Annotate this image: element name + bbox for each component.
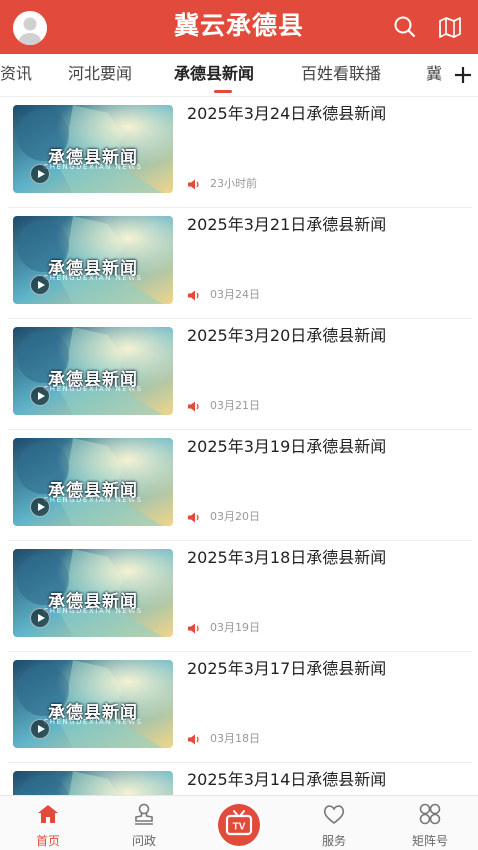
news-time: 03月21日 (210, 399, 260, 412)
nav-wenzheng[interactable]: 问政 (104, 796, 184, 850)
news-thumbnail[interactable]: 承德县新闻CHENGDEXIAN NEWS (13, 771, 173, 795)
news-item[interactable]: 承德县新闻 CHENGDEXIAN NEWS 2025年3月19日承德县新闻 03月2… (0, 430, 478, 541)
news-title[interactable]: 2025年3月19日承德县新闻 (187, 433, 386, 457)
speaker-icon (188, 512, 199, 523)
play-icon[interactable] (30, 608, 50, 628)
news-title[interactable]: 2025年3月24日承德县新闻 (187, 100, 386, 124)
speaker-icon (188, 290, 199, 301)
play-icon[interactable] (30, 275, 50, 295)
news-item[interactable]: 承德县新闻 CHENGDEXIAN NEWS 2025年3月18日承德县新闻 03月1… (0, 541, 478, 652)
tab-ji[interactable]: 冀 (426, 54, 442, 96)
play-icon[interactable] (30, 164, 50, 184)
heart-icon (323, 805, 345, 825)
nav-service-label: 服务 (321, 834, 346, 848)
tab-hebei-news[interactable]: 河北要闻 (68, 54, 132, 96)
speaker-icon (188, 623, 199, 634)
nav-home[interactable]: 首页 (8, 796, 88, 850)
news-time: 03月18日 (210, 732, 260, 745)
news-time: 03月24日 (210, 288, 260, 301)
plus-icon (455, 67, 471, 83)
tab-baixing-lianbo[interactable]: 百姓看联播 (301, 54, 381, 96)
search-icon[interactable] (392, 14, 418, 40)
news-list[interactable]: 承德县新闻 CHENGDEXIAN NEWS 2025年3月24日承德县新闻 23小时… (0, 97, 478, 795)
svg-text:TV: TV (233, 822, 246, 833)
news-item[interactable]: 承德县新闻 CHENGDEXIAN NEWS 2025年3月17日承德县新闻 03月1… (0, 652, 478, 763)
news-thumbnail[interactable]: 承德县新闻CHENGDEXIAN NEWS (13, 216, 173, 304)
news-title[interactable]: 2025年3月17日承德县新闻 (187, 655, 386, 679)
nav-home-label: 首页 (35, 834, 60, 848)
news-thumbnail[interactable]: 承德县新闻CHENGDEXIAN NEWS (13, 660, 173, 748)
news-thumbnail[interactable]: 承德县新闻CHENGDEXIAN NEWS (13, 438, 173, 526)
play-icon[interactable] (30, 719, 50, 739)
news-thumbnail[interactable]: 承德县新闻CHENGDEXIAN NEWS (13, 549, 173, 637)
speaker-icon (188, 734, 199, 745)
play-icon[interactable] (30, 386, 50, 406)
nav-matrix[interactable]: 矩阵号 (390, 796, 470, 850)
top-header: 冀云承德县 (0, 0, 478, 54)
speaker-icon (188, 179, 199, 190)
news-time: 23小时前 (210, 177, 257, 190)
matrix-icon (419, 803, 441, 825)
add-channel-button[interactable] (446, 54, 478, 96)
nav-wenzheng-label: 问政 (131, 834, 156, 848)
news-item[interactable]: 承德县新闻 CHENGDEXIAN NEWS 2025年3月20日承德县新闻 03月2… (0, 319, 478, 430)
speaker-icon (188, 401, 199, 412)
home-icon (38, 805, 58, 823)
news-title[interactable]: 2025年3月20日承德县新闻 (187, 322, 386, 346)
stamp-icon (135, 803, 153, 825)
active-tab-indicator (214, 90, 232, 93)
play-icon[interactable] (30, 497, 50, 517)
news-item[interactable]: 承德县新闻CHENGDEXIAN NEWS 2025年3月14日承德县新闻 (0, 763, 478, 795)
news-title[interactable]: 2025年3月21日承德县新闻 (187, 211, 386, 235)
tv-icon: TV (215, 801, 263, 849)
news-time: 03月19日 (210, 621, 260, 634)
news-item[interactable]: 承德县新闻 CHENGDEXIAN NEWS 2025年3月24日承德县新闻 23小时… (0, 97, 478, 208)
news-title[interactable]: 2025年3月18日承德县新闻 (187, 544, 386, 568)
channel-tabs: 资讯 河北要闻 承德县新闻 百姓看联播 冀 (0, 54, 478, 96)
news-time: 03月20日 (210, 510, 260, 523)
nav-tv-button[interactable]: TV (209, 800, 269, 850)
news-title[interactable]: 2025年3月14日承德县新闻 (187, 766, 386, 790)
tab-zixun[interactable]: 资讯 (0, 54, 32, 96)
news-thumbnail[interactable]: 承德县新闻CHENGDEXIAN NEWS (13, 105, 173, 193)
news-item[interactable]: 承德县新闻 CHENGDEXIAN NEWS 2025年3月21日承德县新闻 03月2… (0, 208, 478, 319)
map-icon[interactable] (437, 14, 463, 40)
nav-matrix-label: 矩阵号 (411, 834, 448, 848)
nav-service[interactable]: 服务 (294, 796, 374, 850)
news-thumbnail[interactable]: 承德县新闻CHENGDEXIAN NEWS (13, 327, 173, 415)
